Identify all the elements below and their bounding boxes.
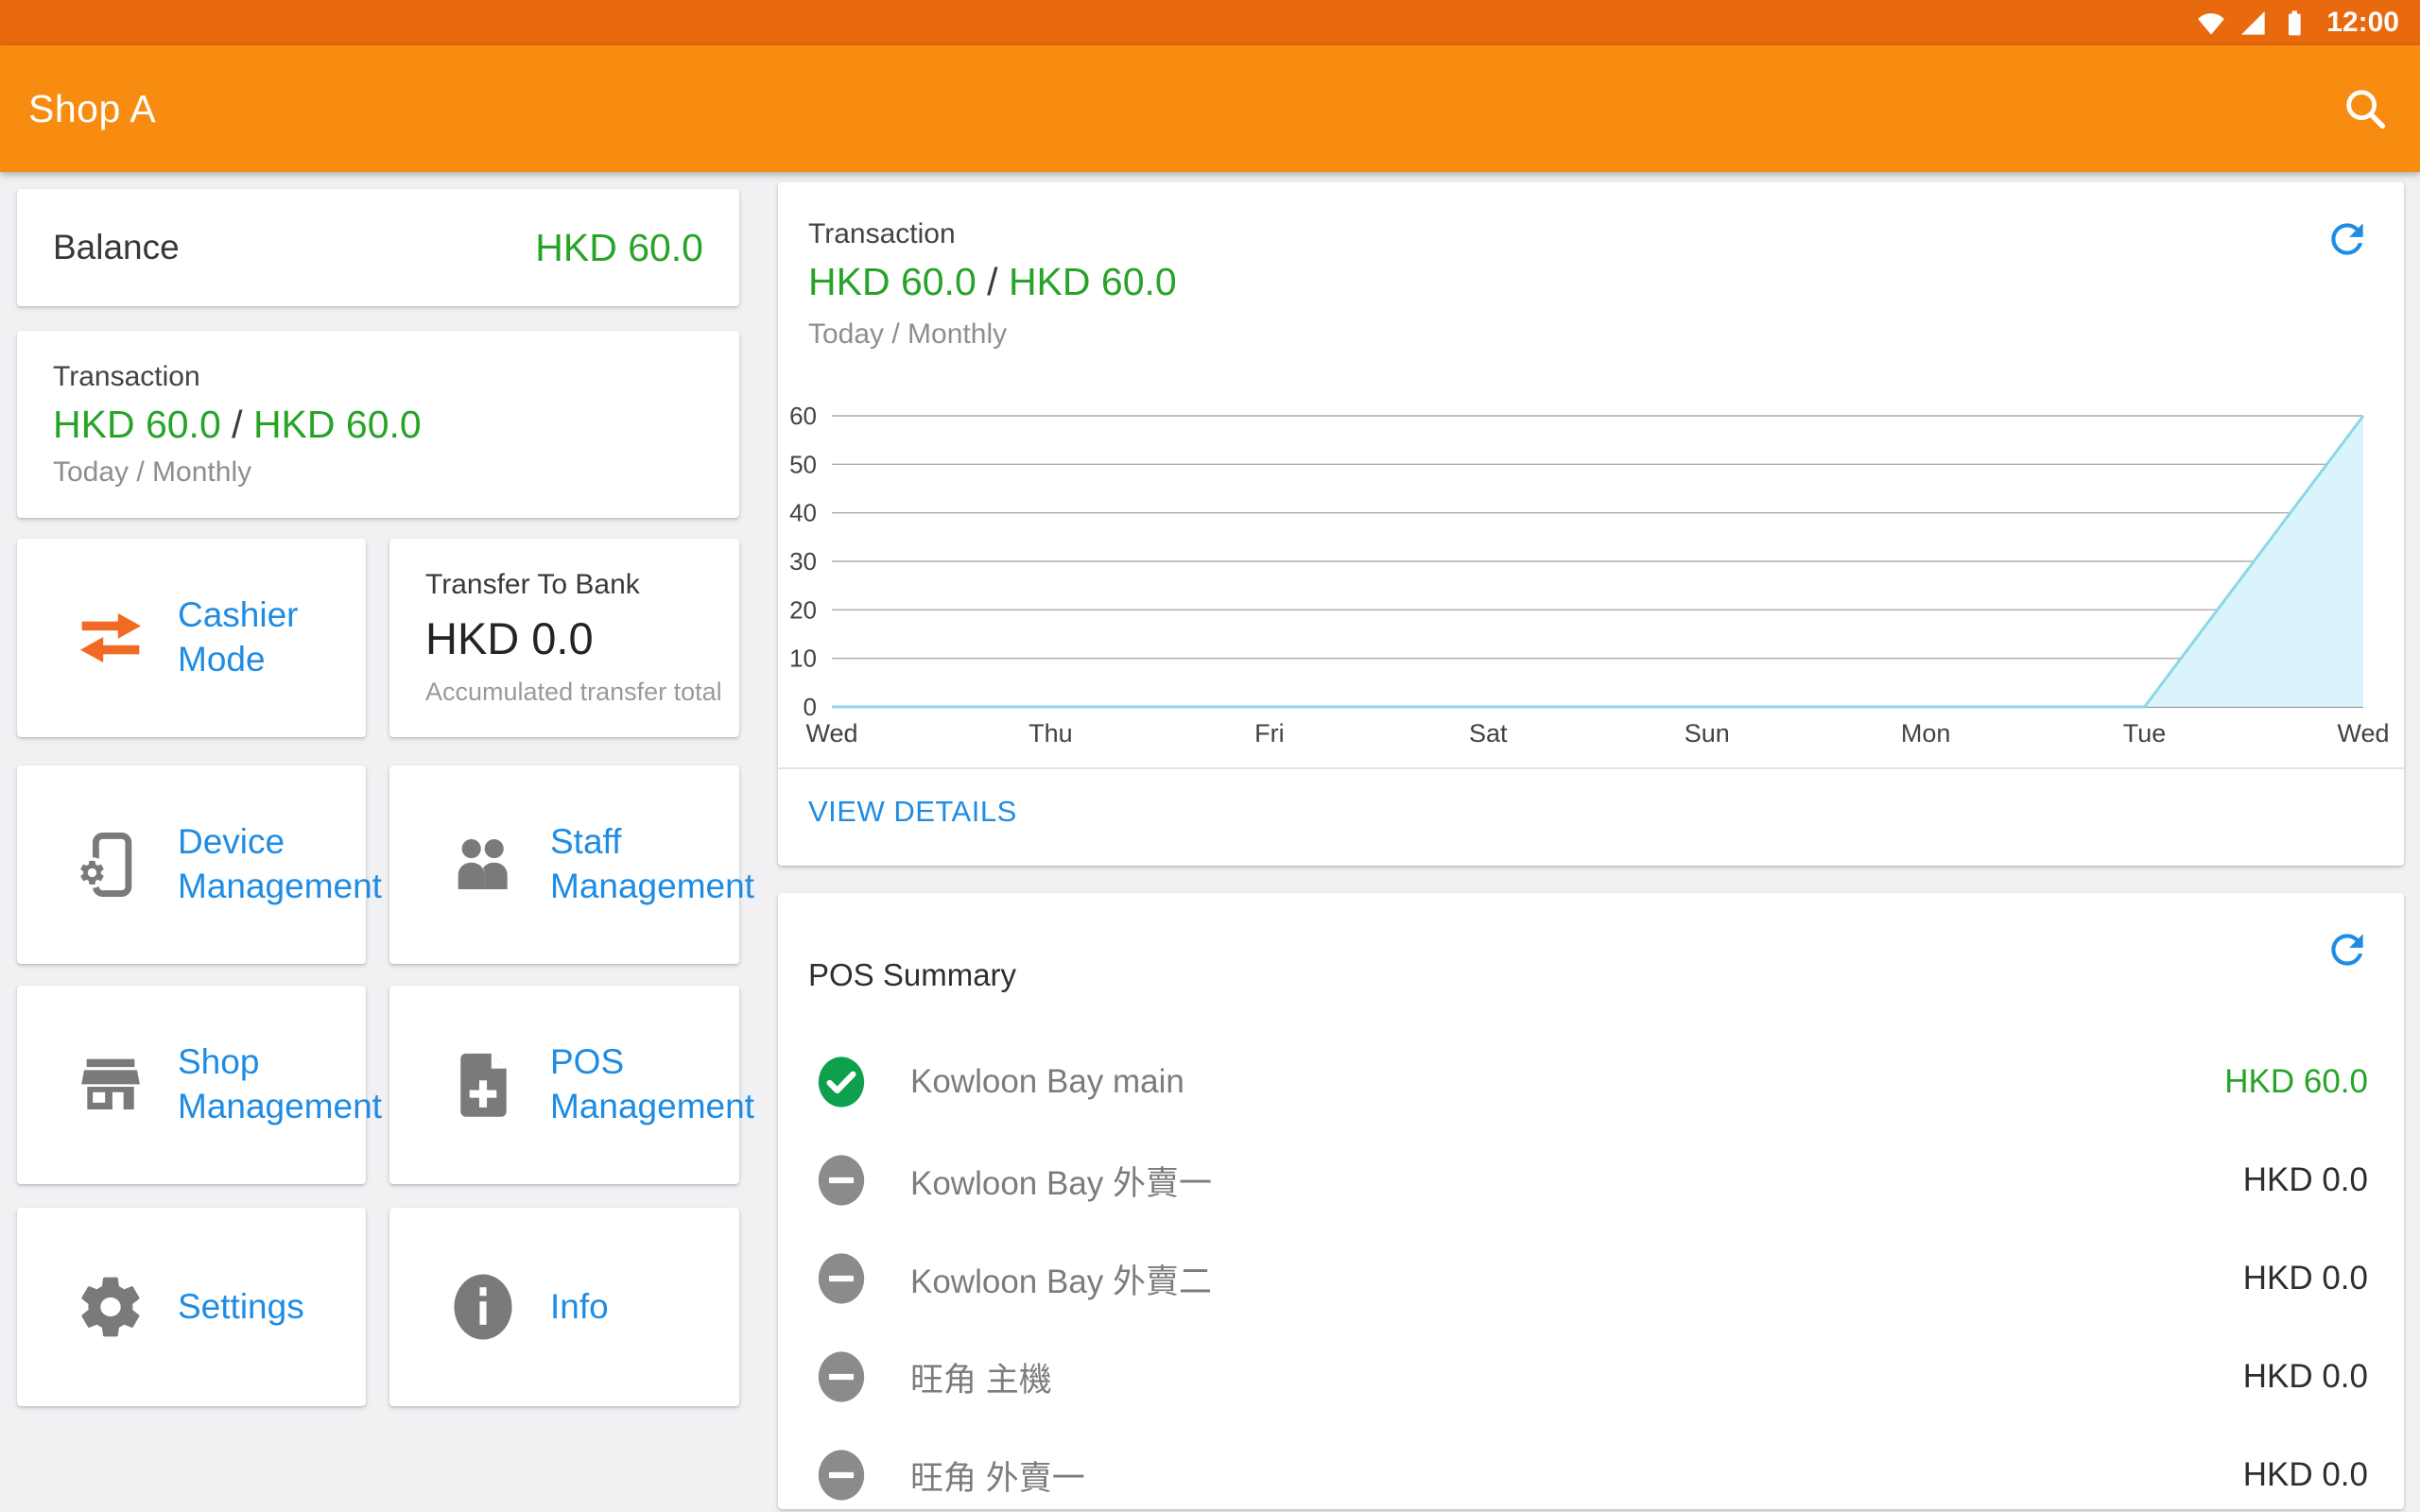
device-icon (74, 828, 147, 902)
pos-name: Kowloon Bay 外賣二 (910, 1255, 1212, 1303)
transaction-area-chart: 0 10 20 30 40 50 60 Wed Thu Fri Sat Sun Mon Tue Wed (778, 400, 2404, 778)
transaction-caption: Today / Monthly (53, 456, 703, 489)
pos-name: 旺角 外賣一 (910, 1452, 1085, 1500)
pos-list: Kowloon Bay main HKD 60.0 Kowloon Bay 外賣… (778, 1033, 2404, 1512)
pos-amount: HKD 0.0 (2243, 1456, 2368, 1494)
app-bar: Shop A (0, 45, 2420, 172)
svg-text:50: 50 (789, 450, 817, 478)
tile-label: Shop Management (178, 1040, 382, 1128)
minus-circle-icon (814, 1349, 869, 1404)
transfer-to-bank-tile[interactable]: Transfer To Bank HKD 0.0 Accumulated tra… (389, 539, 739, 737)
page-title: Shop A (28, 87, 156, 131)
svg-text:Mon: Mon (1901, 719, 1951, 747)
tile-label: Info (550, 1285, 609, 1330)
pos-row: Kowloon Bay 外賣二 HKD 0.0 (778, 1229, 2404, 1328)
pos-amount: HKD 0.0 (2243, 1358, 2368, 1396)
pos-name: 旺角 主機 (910, 1353, 1052, 1401)
tile-label: POS Management (550, 1040, 754, 1128)
pos-row: 旺角 外賣一 HKD 0.0 (778, 1426, 2404, 1512)
transfer-arrows-icon (74, 607, 147, 669)
transaction-monthly-amount: HKD 60.0 (253, 403, 422, 446)
minus-circle-icon (814, 1251, 869, 1306)
pos-amount: HKD 0.0 (2243, 1161, 2368, 1199)
balance-card: Balance HKD 60.0 (17, 189, 739, 306)
pos-name: Kowloon Bay 外賣一 (910, 1157, 1212, 1205)
check-circle-icon (814, 1055, 869, 1109)
tile-label: Cashier Mode (178, 593, 299, 681)
settings-tile[interactable]: Settings (17, 1208, 366, 1406)
transaction-summary-card: Transaction HKD 60.0 / HKD 60.0 Today / … (17, 331, 739, 518)
chart-today-amount: HKD 60.0 (808, 260, 977, 303)
transaction-amounts: HKD 60.0 / HKD 60.0 (53, 403, 703, 447)
balance-label: Balance (53, 228, 180, 267)
staff-icon (446, 828, 520, 902)
pos-row: Kowloon Bay 外賣一 HKD 0.0 (778, 1131, 2404, 1229)
transfer-caption: Accumulated transfer total (425, 678, 722, 707)
pos-summary-card: POS Summary Kowloon Bay main HKD 60.0 (778, 893, 2404, 1509)
svg-text:30: 30 (789, 547, 817, 576)
chart-card-title: Transaction (808, 218, 956, 250)
shop-dashboard-screen: 12:00 Shop A Balance HKD 60.0 Transactio… (0, 0, 2420, 1512)
info-icon (446, 1269, 520, 1345)
chart-card-amounts: HKD 60.0 / HKD 60.0 (808, 260, 1177, 304)
pos-row: Kowloon Bay main HKD 60.0 (778, 1033, 2404, 1131)
svg-text:Fri: Fri (1254, 719, 1284, 747)
refresh-icon[interactable] (2323, 925, 2372, 974)
transfer-amount: HKD 0.0 (425, 612, 594, 664)
svg-text:60: 60 (789, 402, 817, 430)
wifi-icon (2196, 8, 2226, 38)
gear-icon (74, 1269, 147, 1345)
pos-amount: HKD 60.0 (2224, 1063, 2368, 1101)
svg-text:Thu: Thu (1028, 719, 1073, 747)
refresh-icon[interactable] (2323, 215, 2372, 264)
tile-label: Settings (178, 1285, 304, 1330)
pos-name: Kowloon Bay main (910, 1063, 1184, 1101)
svg-text:40: 40 (789, 499, 817, 527)
pos-amount: HKD 0.0 (2243, 1260, 2368, 1297)
transaction-title: Transaction (53, 361, 703, 393)
search-icon[interactable] (2337, 80, 2394, 137)
pos-summary-title: POS Summary (808, 957, 1016, 993)
svg-text:20: 20 (789, 595, 817, 624)
svg-text:Sun: Sun (1685, 719, 1730, 747)
document-plus-icon (446, 1048, 520, 1122)
svg-text:10: 10 (789, 644, 817, 673)
shop-management-tile[interactable]: Shop Management (17, 986, 366, 1184)
chart-card-caption: Today / Monthly (808, 318, 1007, 351)
tile-label: Device Management (178, 820, 382, 908)
balance-amount: HKD 60.0 (535, 226, 703, 270)
transfer-title: Transfer To Bank (425, 569, 640, 601)
battery-icon (2279, 8, 2309, 38)
chart-monthly-amount: HKD 60.0 (1009, 260, 1177, 303)
minus-circle-icon (814, 1448, 869, 1503)
info-tile[interactable]: Info (389, 1208, 739, 1406)
transaction-chart-card: Transaction HKD 60.0 / HKD 60.0 Today / … (778, 182, 2404, 866)
svg-text:Wed: Wed (805, 719, 857, 747)
svg-text:Tue: Tue (2123, 719, 2167, 747)
storefront-icon (74, 1048, 147, 1122)
status-bar: 12:00 (0, 0, 2420, 45)
pos-management-tile[interactable]: POS Management (389, 986, 739, 1184)
staff-management-tile[interactable]: Staff Management (389, 765, 739, 964)
pos-row: 旺角 主機 HKD 0.0 (778, 1328, 2404, 1426)
status-time: 12:00 (2326, 7, 2399, 39)
cashier-mode-tile[interactable]: Cashier Mode (17, 539, 366, 737)
svg-text:Wed: Wed (2337, 719, 2389, 747)
divider (778, 767, 2404, 769)
view-details-link[interactable]: VIEW DETAILS (808, 795, 1017, 829)
transaction-today-amount: HKD 60.0 (53, 403, 221, 446)
tile-label: Staff Management (550, 820, 754, 908)
svg-text:0: 0 (804, 693, 817, 721)
amount-separator: / (221, 403, 253, 446)
cellular-signal-icon (2238, 8, 2268, 38)
svg-text:Sat: Sat (1469, 719, 1508, 747)
amount-separator: / (977, 260, 1009, 303)
device-management-tile[interactable]: Device Management (17, 765, 366, 964)
minus-circle-icon (814, 1153, 869, 1208)
